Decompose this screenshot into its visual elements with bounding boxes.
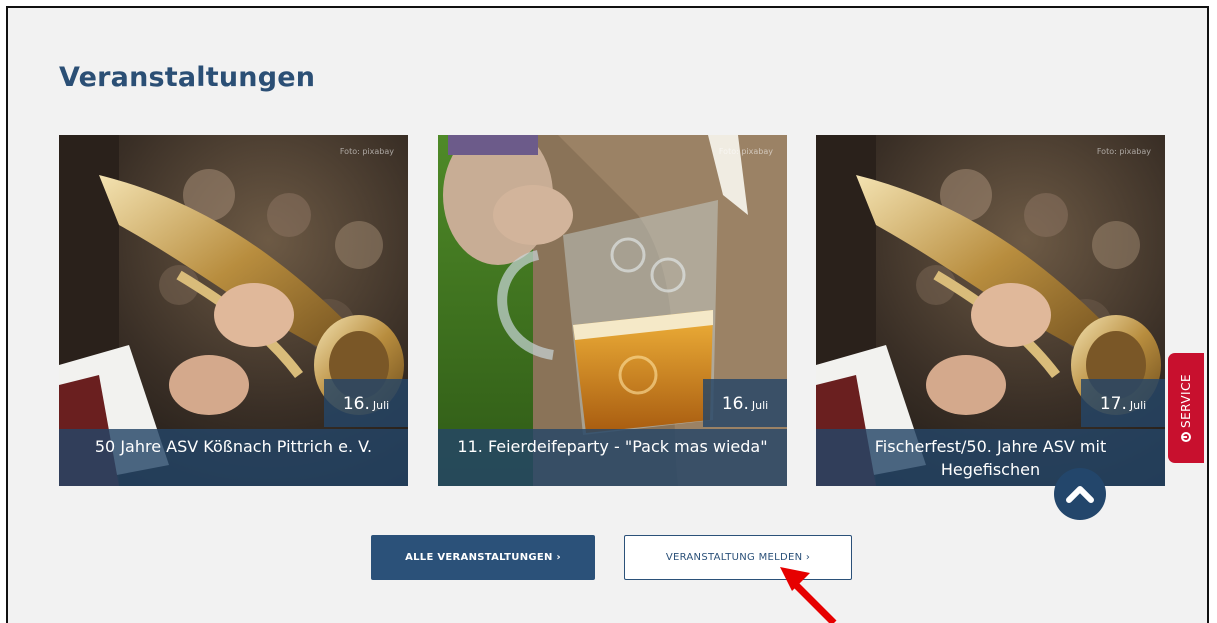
event-card-1[interactable]: Foto: pixabay 16. Juli 50 Jahre ASV Kößna… <box>59 135 408 486</box>
info-circle-icon <box>1181 432 1191 443</box>
event-date: 17. Juli <box>1081 379 1165 427</box>
event-title[interactable]: Fischerfest/50. Jahre ASV mit Hegefische… <box>816 429 1165 486</box>
event-card-2[interactable]: Foto: pixabay 16. Juli 11. Feierdeifepart… <box>438 135 787 486</box>
event-month: Juli <box>372 399 390 412</box>
event-day: 16. <box>721 394 749 414</box>
events-section: Veranstaltungen Foto: pixabay 16. Juli 5… <box>6 6 1209 623</box>
service-label: SERVICE <box>1179 373 1193 429</box>
photo-credit: Foto: pixabay <box>339 147 394 156</box>
all-events-button[interactable]: ALLE VERANSTALTUNGEN › <box>371 535 595 580</box>
red-arrow-icon <box>780 567 837 623</box>
event-card-3[interactable]: Foto: pixabay 17. Juli Fischerfest/50. Ja… <box>816 135 1165 486</box>
event-title[interactable]: 50 Jahre ASV Kößnach Pittrich e. V. <box>59 429 408 486</box>
page-title: Veranstaltungen <box>59 62 316 93</box>
event-month: Juli <box>1129 399 1147 412</box>
chevron-up-icon <box>1066 486 1094 503</box>
event-date: 16. Juli <box>703 379 787 427</box>
photo-credit: Foto: pixabay <box>718 147 773 156</box>
event-day: 16. <box>342 394 370 414</box>
photo-credit: Foto: pixabay <box>1096 147 1151 156</box>
event-date: 16. Juli <box>324 379 408 427</box>
event-month: Juli <box>751 399 769 412</box>
service-tab[interactable]: SERVICE <box>1168 353 1204 463</box>
event-day: 17. <box>1099 394 1127 414</box>
service-tab-content: SERVICE <box>1179 373 1193 443</box>
scroll-to-top-button[interactable] <box>1054 468 1106 520</box>
event-title[interactable]: 11. Feierdeifeparty - "Pack mas wieda" <box>438 429 787 486</box>
